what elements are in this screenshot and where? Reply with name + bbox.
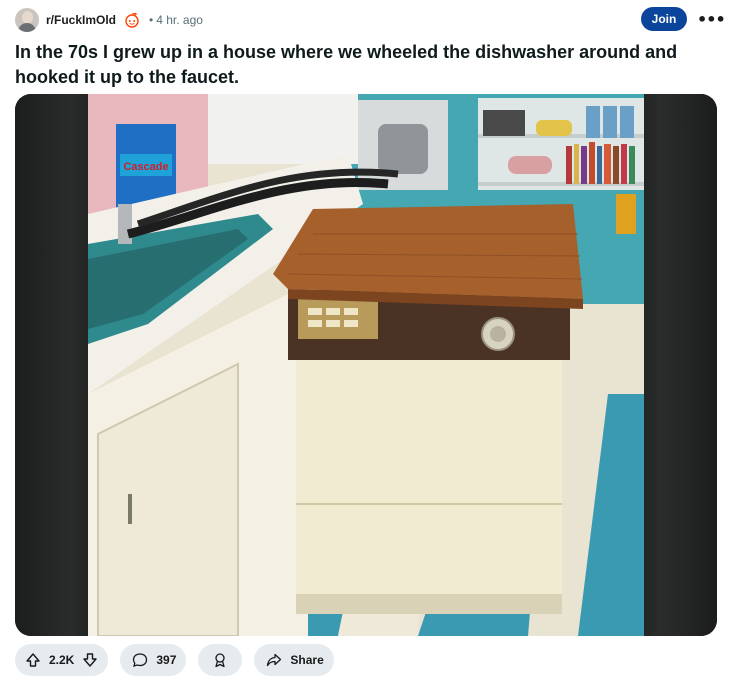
comment-count: 397: [156, 653, 177, 667]
comments-button[interactable]: 397: [120, 644, 187, 676]
vote-pill: 2.2K: [15, 644, 109, 676]
comment-bubble-icon: [130, 650, 150, 670]
post-card[interactable]: r/FuckImOld • 4 hr. ago Join ••• In the …: [2, 2, 732, 680]
post-title[interactable]: In the 70s I grew up in a house where we…: [15, 40, 725, 90]
award-icon: [210, 650, 230, 670]
share-label: Share: [290, 653, 324, 667]
subreddit-avatar[interactable]: [15, 8, 39, 32]
subreddit-name[interactable]: r/FuckImOld: [46, 13, 116, 27]
arrow-down-icon[interactable]: [80, 650, 100, 670]
award-button[interactable]: [198, 644, 243, 676]
reddit-alien-icon: [123, 11, 141, 29]
separator-dot: •: [149, 13, 154, 27]
post-header: r/FuckImOld • 4 hr. ago Join •••: [15, 7, 726, 33]
post-media[interactable]: Cascade: [15, 94, 717, 636]
post-actions: 2.2K 397 Share: [15, 644, 334, 676]
cascade-box-label: Cascade: [123, 161, 168, 173]
arrow-up-icon[interactable]: [23, 650, 43, 670]
share-button[interactable]: Share: [254, 644, 334, 676]
more-options-button[interactable]: •••: [697, 8, 726, 30]
dishwasher-photo: Cascade: [88, 94, 644, 636]
post-time: 4 hr. ago: [156, 13, 203, 27]
upvote-count: 2.2K: [49, 653, 75, 667]
share-arrow-icon: [264, 650, 284, 670]
join-button[interactable]: Join: [641, 7, 687, 31]
